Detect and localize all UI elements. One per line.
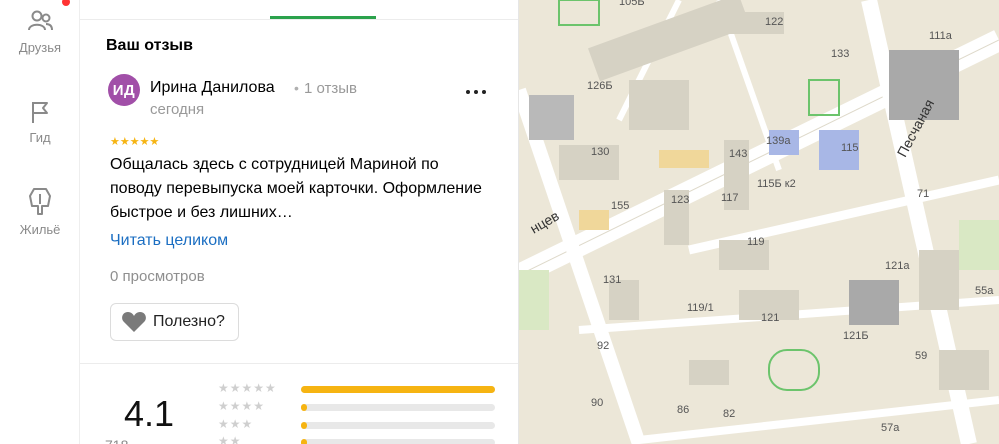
read-more-link[interactable]: Читать целиком	[110, 232, 228, 250]
map-building-number: 92	[597, 340, 610, 352]
rail-item-housing[interactable]: Жильё	[0, 186, 80, 237]
map-building-number: 122	[765, 16, 784, 28]
map-building-number: 131	[603, 274, 622, 286]
rail-item-guide[interactable]: Гид	[0, 98, 80, 145]
review-panel: Ваш отзыв ИД Ирина Данилова • 1 отзыв се…	[80, 0, 519, 444]
rail-item-label: Жильё	[19, 222, 61, 237]
useful-button[interactable]: Полезно?	[110, 303, 239, 341]
distribution-stars: ★★★	[218, 417, 254, 431]
more-options-button[interactable]	[462, 78, 490, 106]
section-title: Ваш отзыв	[106, 37, 193, 54]
distribution-bar-track	[301, 386, 495, 393]
map-building-number: 71	[917, 188, 930, 200]
map-building-number: 115Б к2	[757, 178, 796, 190]
distribution-stars: ★★★★	[218, 399, 266, 413]
map-canvas[interactable]	[519, 0, 999, 444]
distribution-bar-fill	[301, 422, 307, 429]
map-building-number: 126Б	[587, 80, 613, 92]
rail-item-friends[interactable]: Друзья	[0, 8, 80, 55]
distribution-row: ★★★	[218, 417, 498, 434]
map-building-number: 111а	[929, 30, 952, 42]
distribution-row: ★★	[218, 434, 498, 444]
author-review-count[interactable]: 1 отзыв	[304, 80, 357, 97]
map-building-number: 115	[841, 142, 859, 154]
map-building-number: 82	[723, 408, 736, 420]
distribution-bar-track	[301, 439, 495, 444]
flag-icon	[32, 102, 48, 123]
notification-dot	[62, 0, 70, 6]
map-building-number: 133	[831, 48, 850, 60]
distribution-bar-fill	[301, 439, 307, 444]
map-building-number: 121	[761, 312, 780, 324]
distribution-row: ★★★★	[218, 399, 498, 416]
useful-label: Полезно?	[153, 313, 225, 330]
map-building-number: 155	[611, 200, 630, 212]
review-text: Общалась здесь с сотрудницей Мариной по …	[110, 156, 482, 221]
map-building-number: 130	[591, 146, 610, 158]
views-count: 0 просмотров	[110, 268, 205, 285]
overall-rating: 4.1	[124, 393, 175, 434]
map-building-number: 121Б	[843, 330, 869, 342]
map-building-number: 59	[915, 350, 928, 362]
left-rail: Друзья Гид Жильё	[0, 0, 80, 444]
map-building-number: 119	[747, 236, 765, 248]
tab-strip	[80, 0, 518, 20]
rating-count: 718	[105, 437, 128, 444]
friends-icon	[28, 10, 53, 31]
map-building-number: 90	[591, 397, 604, 409]
map[interactable]: 105Б 122 111а 133 126Б 139а 115 143 130 115Б к2 11…	[519, 0, 999, 444]
map-building-number: 139а	[766, 135, 791, 147]
active-tab-indicator	[270, 16, 376, 19]
map-building-number: 123	[671, 194, 690, 206]
review-date: сегодня	[150, 101, 205, 118]
review-stars: ★★★★★	[110, 136, 160, 148]
heart-icon	[122, 312, 146, 332]
map-building-number: 57а	[881, 422, 900, 434]
map-building-number: 143	[729, 148, 748, 160]
map-building-number: 86	[677, 404, 690, 416]
map-building-number: 55а	[975, 285, 994, 297]
more-dot	[482, 90, 486, 94]
map-building-number: 119/1	[687, 302, 714, 314]
author-name[interactable]: Ирина Данилова	[150, 79, 275, 97]
more-dot	[474, 90, 478, 94]
distribution-row: ★★★★★	[218, 381, 498, 398]
avatar[interactable]: ИД	[108, 74, 140, 106]
rail-item-label: Друзья	[18, 40, 62, 55]
map-building-number: 121а	[885, 260, 910, 272]
distribution-bar-track	[301, 404, 495, 411]
distribution-stars: ★★★★★	[218, 381, 277, 395]
distribution-stars: ★★	[218, 434, 242, 444]
rail-item-label: Гид	[29, 130, 51, 145]
more-dots-icon	[466, 90, 470, 94]
map-building-number: 105Б	[619, 0, 645, 8]
distribution-bar-fill	[301, 386, 495, 393]
map-building-number: 117	[721, 192, 739, 204]
divider	[80, 363, 518, 364]
distribution-bar-track	[301, 422, 495, 429]
housing-icon	[29, 188, 51, 215]
author-separator: •	[294, 80, 299, 96]
distribution-bar-fill	[301, 404, 307, 411]
